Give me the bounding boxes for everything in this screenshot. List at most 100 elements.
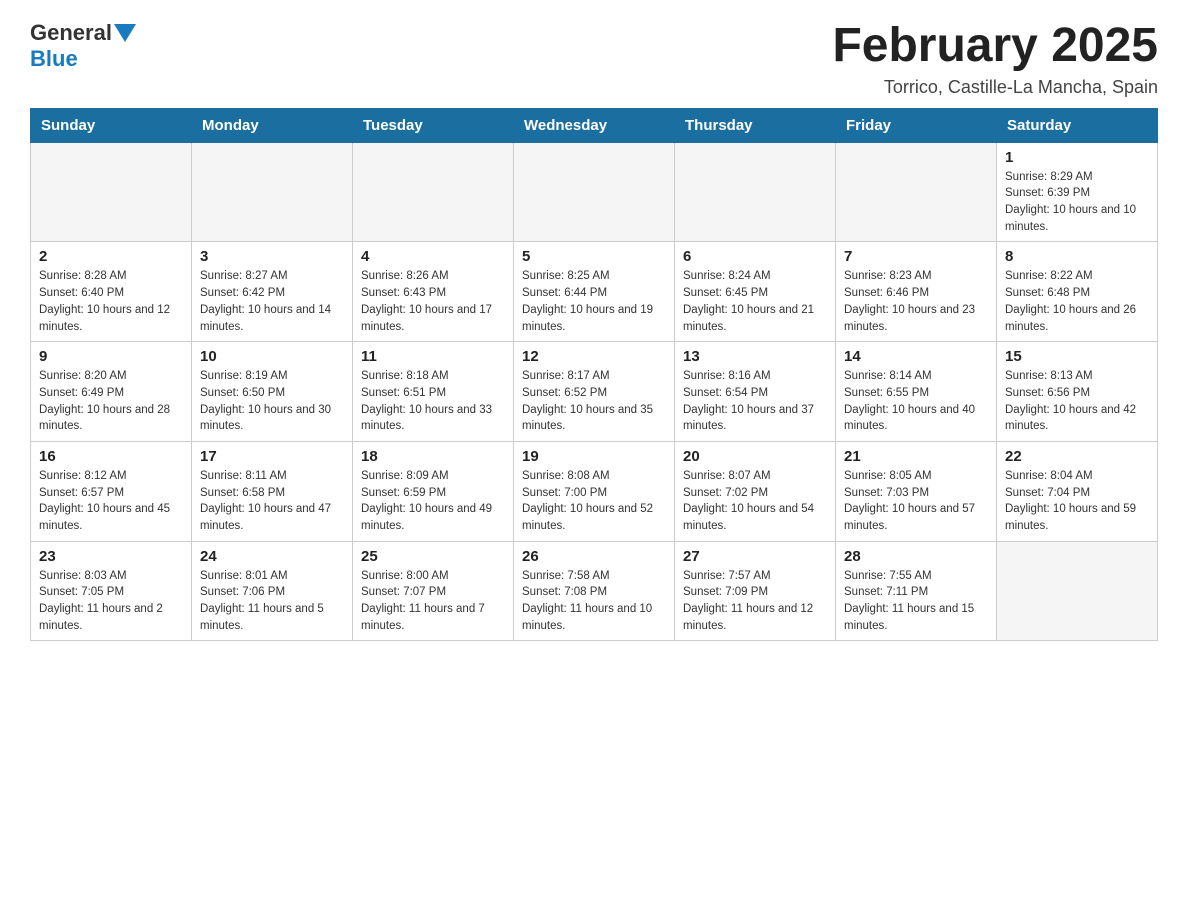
calendar-cell <box>192 142 353 242</box>
calendar-week-row: 9 Sunrise: 8:20 AMSunset: 6:49 PMDaylight… <box>31 342 1158 442</box>
calendar-cell: 27 Sunrise: 7:57 AMSunset: 7:09 PMDayligh… <box>675 541 836 641</box>
calendar-cell <box>353 142 514 242</box>
calendar-cell <box>31 142 192 242</box>
day-info: Sunrise: 8:01 AMSunset: 7:06 PMDaylight:… <box>200 568 344 635</box>
calendar-cell: 21 Sunrise: 8:05 AMSunset: 7:03 PMDayligh… <box>836 441 997 541</box>
calendar-cell: 8Sunrise: 8:22 AMSunset: 6:48 PMDaylight… <box>997 242 1158 342</box>
day-number: 12 <box>522 348 666 365</box>
day-number: 27 <box>683 548 827 565</box>
calendar-title: February 2025 <box>832 20 1158 73</box>
day-number: 15 <box>1005 348 1149 365</box>
day-info: Sunrise: 8:12 AMSunset: 6:57 PMDaylight:… <box>39 468 183 535</box>
calendar-week-row: 2Sunrise: 8:28 AMSunset: 6:40 PMDaylight… <box>31 242 1158 342</box>
title-block: February 2025 Torrico, Castille-La Manch… <box>832 20 1158 98</box>
calendar-cell: 7 Sunrise: 8:23 AMSunset: 6:46 PMDaylight… <box>836 242 997 342</box>
calendar-week-row: 16 Sunrise: 8:12 AMSunset: 6:57 PMDayligh… <box>31 441 1158 541</box>
day-info: Sunrise: 8:13 AMSunset: 6:56 PMDaylight:… <box>1005 368 1149 435</box>
day-info: Sunrise: 8:26 AMSunset: 6:43 PMDaylight:… <box>361 268 505 335</box>
calendar-cell: 5 Sunrise: 8:25 AMSunset: 6:44 PMDaylight… <box>514 242 675 342</box>
calendar-cell: 16 Sunrise: 8:12 AMSunset: 6:57 PMDayligh… <box>31 441 192 541</box>
day-number: 28 <box>844 548 988 565</box>
day-number: 23 <box>39 548 183 565</box>
day-number: 14 <box>844 348 988 365</box>
calendar-subtitle: Torrico, Castille-La Mancha, Spain <box>832 77 1158 98</box>
day-info: Sunrise: 8:08 AMSunset: 7:00 PMDaylight:… <box>522 468 666 535</box>
calendar-cell: 15 Sunrise: 8:13 AMSunset: 6:56 PMDayligh… <box>997 342 1158 442</box>
calendar-cell: 6Sunrise: 8:24 AMSunset: 6:45 PMDaylight… <box>675 242 836 342</box>
day-info: Sunrise: 8:05 AMSunset: 7:03 PMDaylight:… <box>844 468 988 535</box>
day-number: 24 <box>200 548 344 565</box>
calendar-cell: 11 Sunrise: 8:18 AMSunset: 6:51 PMDayligh… <box>353 342 514 442</box>
day-number: 21 <box>844 448 988 465</box>
page-header: General Blue February 2025 Torrico, Cast… <box>30 20 1158 98</box>
day-info: Sunrise: 8:20 AMSunset: 6:49 PMDaylight:… <box>39 368 183 435</box>
logo-blue-text: Blue <box>30 46 78 71</box>
day-info: Sunrise: 8:18 AMSunset: 6:51 PMDaylight:… <box>361 368 505 435</box>
logo-arrow-icon <box>114 24 136 44</box>
day-info: Sunrise: 8:17 AMSunset: 6:52 PMDaylight:… <box>522 368 666 435</box>
calendar-cell <box>675 142 836 242</box>
day-info: Sunrise: 7:58 AMSunset: 7:08 PMDaylight:… <box>522 568 666 635</box>
calendar-week-row: 1 Sunrise: 8:29 AMSunset: 6:39 PMDaylight… <box>31 142 1158 242</box>
calendar-week-row: 23 Sunrise: 8:03 AMSunset: 7:05 PMDayligh… <box>31 541 1158 641</box>
day-number: 17 <box>200 448 344 465</box>
day-info: Sunrise: 7:57 AMSunset: 7:09 PMDaylight:… <box>683 568 827 635</box>
calendar-cell: 1 Sunrise: 8:29 AMSunset: 6:39 PMDaylight… <box>997 142 1158 242</box>
day-info: Sunrise: 8:25 AMSunset: 6:44 PMDaylight:… <box>522 268 666 335</box>
day-number: 16 <box>39 448 183 465</box>
day-info: Sunrise: 8:14 AMSunset: 6:55 PMDaylight:… <box>844 368 988 435</box>
calendar-cell: 12 Sunrise: 8:17 AMSunset: 6:52 PMDayligh… <box>514 342 675 442</box>
logo-general-text: General <box>30 20 112 46</box>
day-info: Sunrise: 8:19 AMSunset: 6:50 PMDaylight:… <box>200 368 344 435</box>
day-info: Sunrise: 8:29 AMSunset: 6:39 PMDaylight:… <box>1005 169 1149 236</box>
day-of-week-header: Tuesday <box>353 108 514 142</box>
calendar-cell: 14 Sunrise: 8:14 AMSunset: 6:55 PMDayligh… <box>836 342 997 442</box>
day-number: 1 <box>1005 149 1149 166</box>
day-number: 10 <box>200 348 344 365</box>
day-info: Sunrise: 8:23 AMSunset: 6:46 PMDaylight:… <box>844 268 988 335</box>
day-of-week-header: Friday <box>836 108 997 142</box>
calendar-table: SundayMondayTuesdayWednesdayThursdayFrid… <box>30 108 1158 641</box>
day-info: Sunrise: 8:03 AMSunset: 7:05 PMDaylight:… <box>39 568 183 635</box>
calendar-cell: 17 Sunrise: 8:11 AMSunset: 6:58 PMDayligh… <box>192 441 353 541</box>
calendar-cell: 24 Sunrise: 8:01 AMSunset: 7:06 PMDayligh… <box>192 541 353 641</box>
day-info: Sunrise: 8:16 AMSunset: 6:54 PMDaylight:… <box>683 368 827 435</box>
day-number: 25 <box>361 548 505 565</box>
calendar-cell: 18 Sunrise: 8:09 AMSunset: 6:59 PMDayligh… <box>353 441 514 541</box>
day-number: 22 <box>1005 448 1149 465</box>
logo: General Blue <box>30 20 136 72</box>
day-number: 9 <box>39 348 183 365</box>
calendar-cell <box>997 541 1158 641</box>
day-info: Sunrise: 8:24 AMSunset: 6:45 PMDaylight:… <box>683 268 827 335</box>
day-info: Sunrise: 8:07 AMSunset: 7:02 PMDaylight:… <box>683 468 827 535</box>
day-number: 19 <box>522 448 666 465</box>
calendar-cell: 4 Sunrise: 8:26 AMSunset: 6:43 PMDaylight… <box>353 242 514 342</box>
day-number: 20 <box>683 448 827 465</box>
calendar-cell: 28 Sunrise: 7:55 AMSunset: 7:11 PMDayligh… <box>836 541 997 641</box>
day-info: Sunrise: 8:28 AMSunset: 6:40 PMDaylight:… <box>39 268 183 335</box>
day-number: 7 <box>844 248 988 265</box>
calendar-cell: 13Sunrise: 8:16 AMSunset: 6:54 PMDayligh… <box>675 342 836 442</box>
calendar-cell: 20 Sunrise: 8:07 AMSunset: 7:02 PMDayligh… <box>675 441 836 541</box>
calendar-cell <box>514 142 675 242</box>
day-of-week-header: Thursday <box>675 108 836 142</box>
calendar-cell: 9 Sunrise: 8:20 AMSunset: 6:49 PMDaylight… <box>31 342 192 442</box>
day-info: Sunrise: 8:22 AMSunset: 6:48 PMDaylight:… <box>1005 268 1149 335</box>
day-info: Sunrise: 8:09 AMSunset: 6:59 PMDaylight:… <box>361 468 505 535</box>
day-of-week-header: Wednesday <box>514 108 675 142</box>
day-of-week-header: Saturday <box>997 108 1158 142</box>
calendar-cell: 23 Sunrise: 8:03 AMSunset: 7:05 PMDayligh… <box>31 541 192 641</box>
day-number: 26 <box>522 548 666 565</box>
day-number: 4 <box>361 248 505 265</box>
calendar-header-row: SundayMondayTuesdayWednesdayThursdayFrid… <box>31 108 1158 142</box>
day-info: Sunrise: 8:11 AMSunset: 6:58 PMDaylight:… <box>200 468 344 535</box>
day-number: 3 <box>200 248 344 265</box>
calendar-cell: 22Sunrise: 8:04 AMSunset: 7:04 PMDayligh… <box>997 441 1158 541</box>
calendar-cell: 10 Sunrise: 8:19 AMSunset: 6:50 PMDayligh… <box>192 342 353 442</box>
day-number: 5 <box>522 248 666 265</box>
calendar-cell <box>836 142 997 242</box>
day-number: 11 <box>361 348 505 365</box>
calendar-cell: 26 Sunrise: 7:58 AMSunset: 7:08 PMDayligh… <box>514 541 675 641</box>
day-info: Sunrise: 7:55 AMSunset: 7:11 PMDaylight:… <box>844 568 988 635</box>
day-number: 18 <box>361 448 505 465</box>
